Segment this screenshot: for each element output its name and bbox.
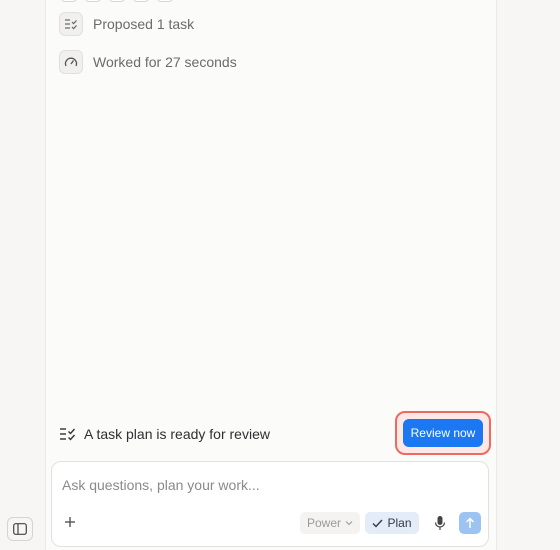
microphone-icon: [434, 516, 446, 530]
previous-item-stub: [85, 0, 101, 2]
previous-item-stub: [133, 0, 149, 2]
previous-item-stub: [109, 0, 125, 2]
previous-item-stub: [157, 0, 173, 2]
review-now-button[interactable]: Review now: [403, 419, 483, 447]
plan-mode-toggle[interactable]: Plan: [365, 512, 419, 534]
task-list-icon: [58, 425, 76, 443]
sidebar-icon: [13, 523, 27, 535]
plan-mode-label: Plan: [387, 516, 412, 530]
review-button-highlight: Review now: [395, 411, 491, 455]
plus-icon: [65, 517, 75, 527]
chat-composer: Power Plan: [51, 461, 489, 547]
task-list-icon: [59, 12, 83, 36]
chat-input[interactable]: [62, 474, 472, 496]
right-gutter: [497, 0, 560, 550]
step-label: Proposed 1 task: [93, 16, 195, 32]
previous-item-stub: [61, 0, 77, 2]
add-attachment-button[interactable]: [60, 512, 80, 532]
model-select[interactable]: Power: [300, 512, 360, 534]
step-worked-duration[interactable]: Worked for 27 seconds: [59, 50, 237, 74]
send-button[interactable]: [459, 512, 481, 534]
step-proposed-task[interactable]: Proposed 1 task: [59, 12, 194, 36]
sidebar-toggle-button[interactable]: [7, 517, 33, 541]
collapsed-previous-items: [61, 0, 173, 2]
speedometer-icon: [59, 50, 83, 74]
model-select-label: Power: [306, 516, 341, 530]
step-label: Worked for 27 seconds: [93, 54, 237, 70]
left-gutter: [0, 0, 45, 550]
check-icon: [372, 519, 383, 528]
chevron-down-icon: [345, 521, 353, 526]
voice-input-button[interactable]: [430, 512, 450, 534]
arrow-up-icon: [465, 517, 475, 528]
review-message: A task plan is ready for review: [84, 426, 270, 442]
